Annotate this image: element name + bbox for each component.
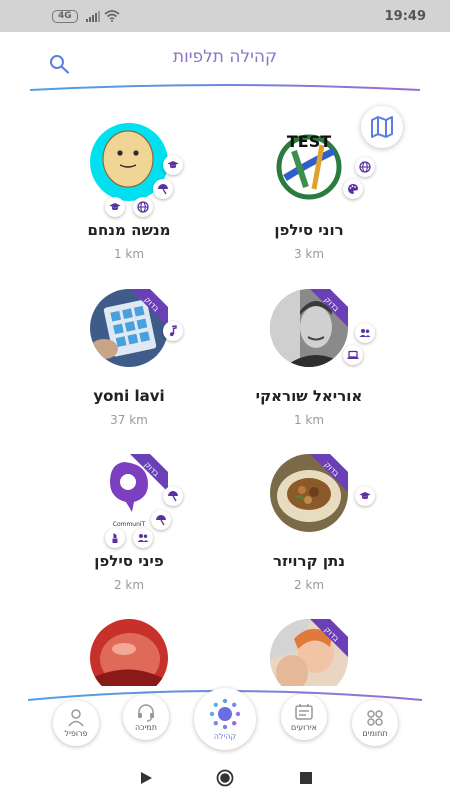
- home-circle-icon: [216, 769, 234, 787]
- clock: 19:49: [384, 8, 426, 24]
- headset-icon: [138, 704, 154, 722]
- people-icon: [359, 329, 371, 337]
- member-avatar: [270, 454, 348, 532]
- graduation-cap-icon: [167, 161, 179, 169]
- member-name: רוני סילפן: [274, 221, 344, 239]
- community-icon: [209, 698, 241, 730]
- network-indicator: 4G: [52, 9, 78, 23]
- member-card[interactable]: CommuniT בדוק פיני סילפן 2 km: [59, 454, 199, 614]
- member-card[interactable]: בדוק אוריאל שוראקי 1 km: [239, 289, 379, 449]
- graduation-badge: [105, 197, 125, 217]
- member-name: פיני סילפן: [94, 552, 164, 570]
- nav-label: קהילה: [213, 732, 237, 741]
- nav-fields[interactable]: תחומים: [352, 700, 398, 746]
- member-distance: 2 km: [293, 578, 325, 592]
- member-card[interactable]: TEST רוני סילפן 3 km: [239, 123, 379, 283]
- member-name: מנשה מנחם: [87, 221, 171, 239]
- play-back-icon: [141, 772, 152, 784]
- page-title: קהילה תלפיות: [172, 47, 278, 67]
- people-badge: [355, 323, 375, 343]
- globe-badge: [133, 197, 153, 217]
- graduation-badge: [163, 155, 183, 175]
- svg-text:CommuniT: CommuniT: [113, 521, 146, 528]
- nav-events[interactable]: אירועים: [281, 694, 327, 740]
- lipstick-badge: [105, 528, 125, 548]
- nav-label: פרופיל: [64, 729, 88, 738]
- graduation-badge: [355, 486, 375, 506]
- member-avatar: TEST: [270, 123, 348, 201]
- nav-support[interactable]: תמיכה: [123, 694, 169, 740]
- person-icon: [68, 709, 84, 727]
- signal-icon: [85, 10, 100, 22]
- music-note-icon: [169, 325, 177, 337]
- nav-label: תמיכה: [135, 723, 157, 732]
- app-screen: 4G 19:49 קהילה תלפיות TEST רוני סילפן 3 …: [0, 0, 450, 800]
- member-distance: 3 km: [293, 247, 325, 261]
- status-bar: 4G 19:49: [0, 0, 450, 32]
- laptop-icon: [347, 350, 359, 359]
- member-card[interactable]: בדוק yoni lavi 37 km: [59, 289, 199, 449]
- umbrella-icon: [168, 491, 178, 502]
- member-name: נתן קרויזר: [272, 552, 346, 570]
- globe-badge: [355, 157, 375, 177]
- grid-icon: [367, 710, 383, 726]
- nav-label: אירועים: [291, 723, 317, 732]
- lipstick-icon: [112, 533, 118, 543]
- square-icon: [300, 772, 312, 784]
- member-distance: 1 km: [293, 413, 325, 427]
- member-distance: 2 km: [113, 578, 145, 592]
- graduation-cap-icon: [109, 203, 121, 211]
- map-view-button[interactable]: [361, 106, 403, 148]
- umbrella-icon: [156, 515, 166, 526]
- nav-profile[interactable]: פרופיל: [53, 700, 99, 746]
- globe-icon: [359, 161, 371, 173]
- nav-label: תחומים: [362, 729, 388, 738]
- palette-icon: [348, 184, 358, 194]
- member-distance: 37 km: [110, 413, 148, 427]
- music-badge: [163, 321, 183, 341]
- back-button[interactable]: [136, 768, 156, 788]
- graduation-cap-icon: [359, 492, 371, 500]
- member-name: yoni lavi: [93, 387, 165, 405]
- recents-button[interactable]: [296, 768, 316, 788]
- calendar-icon: [295, 704, 313, 720]
- home-button[interactable]: [215, 768, 235, 788]
- member-avatar: [90, 289, 168, 367]
- palette-badge: [343, 179, 363, 199]
- member-card[interactable]: בדוק נתן קרויזר 2 km: [239, 454, 379, 614]
- globe-icon: [137, 201, 149, 213]
- umbrella-badge: [151, 510, 171, 530]
- umbrella-badge: [163, 486, 183, 506]
- people-badge: [133, 528, 153, 548]
- umbrella-icon: [158, 184, 168, 195]
- map-icon: [371, 116, 393, 138]
- member-distance: 1 km: [113, 247, 145, 261]
- system-nav-bar: [0, 756, 450, 800]
- member-card[interactable]: מנשה מנחם 1 km: [59, 123, 199, 283]
- member-name: אוריאל שוראקי: [255, 387, 363, 405]
- umbrella-badge: [153, 179, 173, 199]
- header-divider: [30, 84, 420, 91]
- bottom-nav: פרופיל תמיכה קהילה אירועים תחומים: [0, 686, 450, 756]
- nav-community[interactable]: קהילה: [194, 688, 256, 750]
- wifi-icon: [104, 10, 120, 22]
- laptop-badge: [343, 345, 363, 365]
- people-icon: [137, 534, 149, 542]
- header: קהילה תלפיות: [0, 32, 450, 94]
- member-avatar: [270, 289, 348, 367]
- svg-text:TEST: TEST: [287, 132, 331, 151]
